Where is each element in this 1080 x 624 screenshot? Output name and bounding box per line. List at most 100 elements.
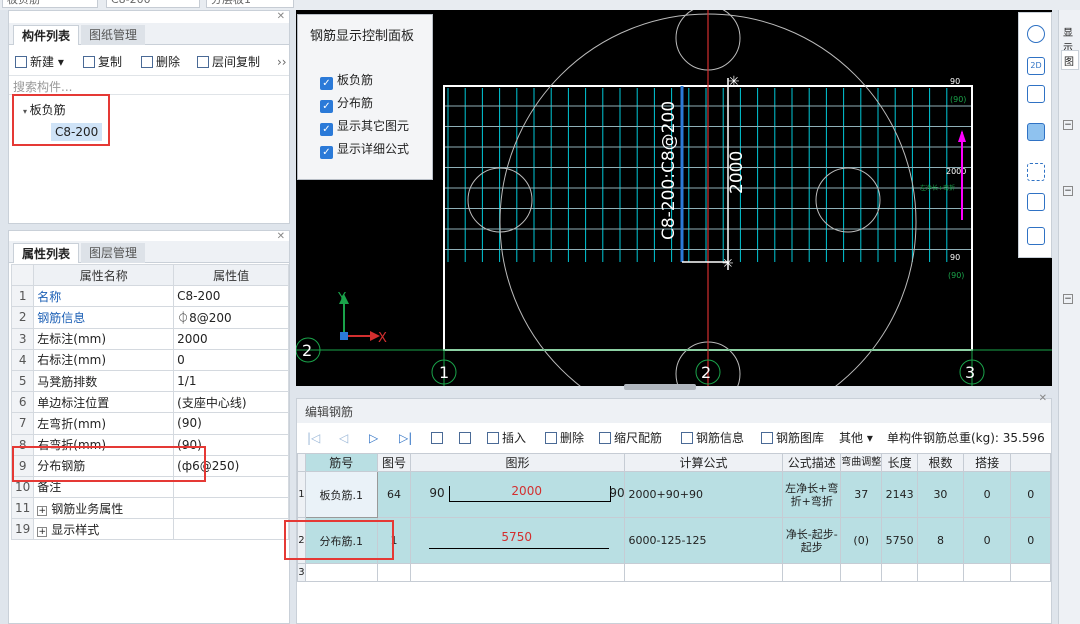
sphere-icon[interactable]	[1027, 25, 1045, 43]
property-row[interactable]: 2 钢筋信息 ⏀8@200	[10, 306, 289, 329]
search-input[interactable]: 搜索构件...	[9, 75, 289, 95]
2d-icon[interactable]: 2D	[1027, 57, 1045, 75]
dim-90-top: 90	[950, 77, 960, 86]
up-arrow-icon	[431, 432, 443, 444]
cell-formula[interactable]: 6000-125-125	[623, 517, 784, 564]
cell-desc[interactable]: 左净长+弯折+弯折	[782, 471, 842, 518]
cell-name[interactable]	[304, 563, 378, 582]
tab-drawing-management[interactable]: 图纸管理	[81, 25, 146, 45]
side-tab[interactable]: 图	[1061, 50, 1079, 70]
next-button[interactable]: ▷	[369, 429, 378, 447]
property-value[interactable]: ⏀8@200	[173, 306, 289, 329]
splitter-handle[interactable]	[624, 384, 696, 390]
property-name: 钢筋信息	[33, 306, 175, 329]
collapse-icon[interactable]: −	[1063, 120, 1073, 130]
property-value[interactable]: C8-200	[173, 285, 289, 308]
more-button[interactable]: ››	[277, 53, 287, 71]
cell-formula[interactable]: 2000+90+90	[623, 471, 784, 518]
tab-property-list[interactable]: 属性列表	[13, 243, 80, 263]
close-icon[interactable]: ✕	[277, 11, 285, 22]
cell-count[interactable]: 8	[917, 517, 964, 564]
cube-icon[interactable]	[1027, 85, 1045, 103]
new-button[interactable]: 新建 ▾	[15, 53, 64, 71]
dim-2000-right: 2000	[946, 167, 966, 176]
cell-extra[interactable]: 0	[1010, 517, 1051, 564]
tab-layer-management[interactable]: 图层管理	[81, 243, 146, 263]
first-button[interactable]: |◁	[307, 429, 320, 447]
small-circle-right	[815, 167, 881, 233]
property-row[interactable]: 7 左弯折(mm) (90)	[10, 412, 289, 435]
collapse-icon[interactable]: −	[1063, 294, 1073, 304]
property-value[interactable]: 1/1	[173, 369, 289, 393]
property-row[interactable]: 19 + 显示样式	[10, 518, 289, 541]
property-row[interactable]: 11 + 钢筋业务属性	[10, 497, 289, 520]
insert-button[interactable]: 插入	[487, 429, 526, 447]
rebar-info-button[interactable]: 钢筋信息	[681, 429, 744, 447]
col-header-bend: 弯曲调整	[840, 453, 883, 472]
cell-desc[interactable]: 净长-起步-起步	[782, 517, 842, 564]
property-row[interactable]: 6 单边标注位置 (支座中心线)	[10, 391, 289, 414]
copy-button[interactable]: 复制	[83, 53, 122, 71]
checkbox-slab-neg-rebar[interactable]: ✓ 板负筋	[320, 71, 373, 90]
cell-extra[interactable]: 0	[1010, 471, 1051, 518]
component-selector[interactable]: C8-200	[106, 0, 200, 8]
property-value[interactable]	[173, 497, 289, 520]
cell-lap[interactable]: 0	[962, 471, 1012, 518]
cube-blue-icon[interactable]	[1027, 123, 1045, 141]
close-icon[interactable]: ✕	[1039, 393, 1047, 404]
cell-name[interactable]: 板负筋.1	[304, 471, 378, 518]
cell-count[interactable]: 30	[917, 471, 964, 518]
property-row[interactable]: 3 左标注(mm) 2000	[10, 327, 289, 350]
copy-icon	[83, 56, 95, 68]
cell-bend[interactable]: (0)	[840, 517, 883, 564]
view-icon[interactable]	[1027, 193, 1045, 211]
table-row[interactable]: 2 分布筋.1 1 5750 6000-125-125 净长-起步-起步 (0)…	[297, 517, 1051, 564]
prev-button[interactable]: ◁	[339, 429, 348, 447]
scale-rebar-button[interactable]: 缩尺配筋	[599, 429, 662, 447]
property-value[interactable]: (90)	[173, 412, 289, 435]
formula-icon[interactable]	[1027, 227, 1045, 245]
move-down-button[interactable]	[459, 429, 474, 447]
rebar-display-control-panel: 钢筋显示控制面板 ✓ 板负筋 ✓ 分布筋 ✓ 显示其它图元 ✓ 显示详细公式	[297, 14, 433, 180]
move-up-button[interactable]	[431, 429, 446, 447]
floor-copy-button[interactable]: 层间复制	[197, 53, 260, 71]
expand-icon[interactable]: +	[37, 526, 48, 537]
floor-selector[interactable]: 板负筋	[2, 0, 98, 8]
delete-button[interactable]: 删除	[141, 53, 180, 71]
last-button[interactable]: ▷|	[399, 429, 412, 447]
cell-length[interactable]: 5750	[881, 517, 919, 564]
cell-fig[interactable]: 64	[376, 471, 412, 518]
table-row[interactable]: 1 板负筋.1 64 90 2000 90 2000+90+90 左净长+弯折+…	[297, 471, 1051, 518]
row-index: 6	[10, 391, 35, 414]
property-value[interactable]: (支座中心线)	[173, 391, 289, 414]
expand-icon[interactable]: +	[37, 505, 48, 516]
cell-length[interactable]: 2143	[881, 471, 919, 518]
floor-copy-icon	[197, 56, 209, 68]
cell-shape[interactable]: 5750	[410, 517, 625, 564]
rebar-library-button[interactable]: 钢筋图库	[761, 429, 824, 447]
highlight-box	[284, 520, 394, 560]
property-row[interactable]: 4 右标注(mm) 0	[10, 348, 289, 371]
checkbox-show-formula[interactable]: ✓ 显示详细公式	[320, 140, 409, 159]
property-row[interactable]: 1 名称 C8-200	[10, 285, 289, 308]
property-value[interactable]: 0	[173, 348, 289, 371]
cell-lap[interactable]: 0	[962, 517, 1012, 564]
delete-row-button[interactable]: 删除	[545, 429, 584, 447]
fit-icon[interactable]	[1027, 163, 1045, 181]
shape-left: 90	[429, 486, 445, 500]
tab-component-list[interactable]: 构件列表	[13, 25, 80, 45]
property-value[interactable]	[173, 518, 289, 541]
checkbox-distribution-rebar[interactable]: ✓ 分布筋	[320, 94, 373, 113]
row-header-corner	[297, 453, 306, 472]
property-value[interactable]: 2000	[173, 327, 289, 350]
table-row[interactable]: 3	[297, 563, 1051, 582]
property-tabs: 属性列表 图层管理	[9, 241, 289, 263]
layer-selector[interactable]: 分层板1	[206, 0, 294, 8]
checkbox-show-other[interactable]: ✓ 显示其它图元	[320, 117, 409, 136]
property-row[interactable]: 5 马凳筋排数 1/1	[10, 369, 289, 393]
cell-shape[interactable]: 90 2000 90	[410, 471, 625, 518]
cell-bend[interactable]: 37	[840, 471, 883, 518]
collapse-icon[interactable]: −	[1063, 186, 1073, 196]
other-dropdown[interactable]: 其他 ▾	[839, 429, 873, 447]
row-index: 3	[10, 327, 35, 350]
